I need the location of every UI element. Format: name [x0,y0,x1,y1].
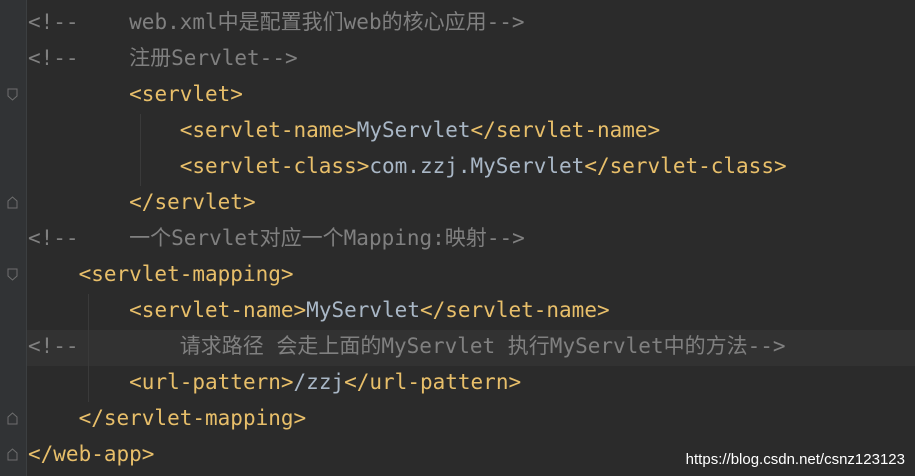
comment-open: <!-- [28,46,79,70]
xml-tag: </web-app> [28,442,155,466]
xml-value: /zzj [293,370,345,394]
code-line-6[interactable]: </servlet> [28,184,256,220]
xml-tag: </servlet-mapping> [78,406,307,430]
xml-value: MyServlet [356,118,471,142]
xml-tag-close: </url-pattern> [344,370,522,394]
fold-open-icon[interactable] [7,268,18,281]
comment-text: 注册Servlet [129,46,260,70]
xml-tag-close: </servlet-name> [470,118,661,142]
comment-open: <!-- [28,10,79,34]
xml-tag-open: <servlet-name> [129,298,307,322]
xml-value: com.zzj.MyServlet [369,154,585,178]
comment-close: --> [486,226,525,250]
xml-tag-open: <servlet-class> [179,154,370,178]
code-line-11[interactable]: <url-pattern>/zzj</url-pattern> [28,364,521,400]
xml-tag: </servlet> [129,190,256,214]
fold-close-icon[interactable] [7,448,18,461]
xml-value: MyServlet [306,298,420,322]
xml-tag-open: <servlet-name> [179,118,357,142]
code-line-5[interactable]: <servlet-class>com.zzj.MyServlet</servle… [28,148,787,184]
comment-close: --> [747,334,786,358]
code-line-3[interactable]: <servlet> [28,76,243,112]
xml-tag-open: <url-pattern> [129,370,294,394]
xml-tag: <servlet> [129,82,243,106]
comment-close: --> [486,10,525,34]
code-line-12[interactable]: </servlet-mapping> [28,400,307,436]
comment-open: <!-- [28,226,79,250]
code-line-7[interactable]: <!-- 一个Servlet对应一个Mapping:映射--> [28,220,525,256]
xml-tag: <servlet-mapping> [78,262,294,286]
code-line-4[interactable]: <servlet-name>MyServlet</servlet-name> [28,112,660,148]
editor-gutter [0,0,27,476]
fold-close-icon[interactable] [7,412,18,425]
code-line-13[interactable]: </web-app> [28,436,154,472]
xml-tag-close: </servlet-class> [584,154,787,178]
comment-open: <!-- [28,334,79,358]
code-line-10[interactable]: <!-- 请求路径 会走上面的MyServlet 执行MyServlet中的方法… [28,328,786,364]
code-line-8[interactable]: <servlet-mapping> [28,256,294,292]
fold-open-icon[interactable] [7,88,18,101]
comment-close: --> [259,46,298,70]
code-line-9[interactable]: <servlet-name>MyServlet</servlet-name> [28,292,610,328]
code-line-2[interactable]: <!-- 注册Servlet--> [28,40,298,76]
watermark: https://blog.csdn.net/csnz123123 [685,451,905,468]
fold-close-icon[interactable] [7,196,18,209]
code-editor[interactable]: <!-- web.xml中是配置我们web的核心应用--> <!-- 注册Ser… [0,0,915,476]
xml-tag-close: </servlet-name> [419,298,610,322]
comment-text: 请求路径 会走上面的MyServlet 执行MyServlet中的方法 [179,334,748,358]
comment-text: 一个Servlet对应一个Mapping:映射 [129,226,487,250]
code-line-1[interactable]: <!-- web.xml中是配置我们web的核心应用--> [28,4,525,40]
comment-text: web.xml中是配置我们web的核心应用 [129,10,487,34]
